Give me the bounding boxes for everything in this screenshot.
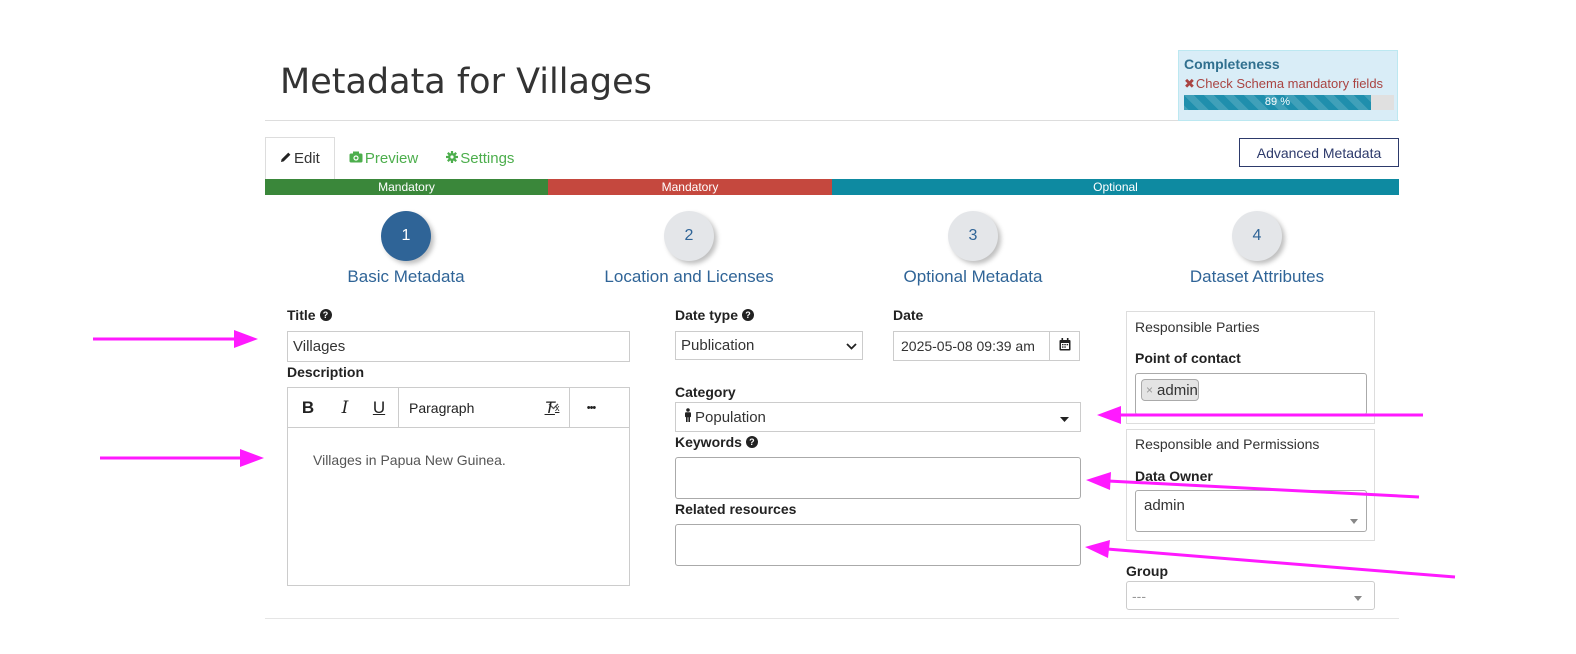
point-of-contact-tag-label: admin [1157,381,1198,399]
step-3-circle[interactable]: 3 [948,211,998,261]
completeness-progress: 89 % [1184,95,1394,110]
requirement-bar: Mandatory Mandatory Optional [265,179,1399,195]
keywords-input[interactable] [675,457,1081,499]
keywords-label-text: Keywords [675,434,742,450]
help-icon[interactable]: ? [742,309,755,321]
completeness-check-text: Check Schema mandatory fields [1195,76,1384,91]
help-icon[interactable]: ? [319,309,332,321]
step-1-circle[interactable]: 1 [381,211,431,261]
bold-button[interactable]: B [288,388,328,428]
group-select[interactable]: --- [1126,581,1375,610]
completeness-panel: Completeness ✖Check Schema mandatory fie… [1178,50,1398,121]
step-3-label[interactable]: Optional Metadata [873,267,1073,287]
tab-edit[interactable]: Edit [265,137,335,179]
caret-down-icon [1060,409,1069,426]
step-2-circle[interactable]: 2 [664,211,714,261]
data-owner-label: Data Owner [1135,468,1213,484]
related-resources-input[interactable] [675,524,1081,566]
completeness-title: Completeness [1184,56,1280,72]
editor-content[interactable]: Villages in Papua New Guinea. [288,428,629,492]
point-of-contact-tag[interactable]: × admin [1141,379,1199,401]
requirement-segment-mandatory: Mandatory [548,179,832,195]
description-editor: B I U Paragraph Tx ••• Villages in Papua… [287,387,630,586]
category-value: Population [695,408,766,426]
editor-toolbar: B I U Paragraph Tx ••• [288,387,629,428]
caret-down-icon [1350,511,1358,528]
responsible-parties-panel: Responsible Parties Point of contact × a… [1126,311,1375,424]
group-label: Group [1126,563,1168,579]
point-of-contact-input[interactable]: × admin [1135,373,1367,415]
remove-icon[interactable]: × [1146,383,1153,397]
paragraph-format-value: Paragraph [409,399,475,416]
bottom-divider [265,618,1399,619]
category-select[interactable]: Population [675,402,1081,432]
camera-icon [349,151,363,166]
point-of-contact-label: Point of contact [1135,350,1241,366]
tab-edit-label: Edit [294,150,320,167]
tab-bar: Edit Preview Settings [265,137,528,179]
step-2-label[interactable]: Location and Licenses [589,267,789,287]
date-type-select[interactable]: Publication [675,331,863,360]
date-type-label-text: Date type [675,307,739,323]
pencil-icon [280,151,292,166]
title-label: Title? [287,307,332,323]
data-owner-value: admin [1144,497,1185,514]
annotation-arrow-icon [100,449,264,467]
tab-preview-label: Preview [364,149,419,167]
date-input[interactable]: 2025-05-08 09:39 am [893,331,1050,361]
related-resources-label: Related resources [675,501,797,517]
keywords-label: Keywords? [675,434,758,450]
underline-button[interactable]: U [362,388,396,428]
italic-button[interactable]: I [328,388,362,428]
calendar-button[interactable] [1049,331,1080,361]
annotation-arrow-icon [93,330,258,348]
advanced-metadata-button[interactable]: Advanced Metadata [1239,138,1399,167]
date-type-value: Publication [681,337,755,354]
clear-format-button[interactable]: Tx [537,388,567,428]
chevron-down-icon [846,337,857,354]
caret-down-icon [1354,588,1362,604]
help-icon[interactable]: ? [745,436,758,448]
tab-settings-label: Settings [460,149,515,167]
description-label: Description [287,364,365,380]
clear-format-subscript-icon: x [554,402,560,413]
gear-icon [446,150,459,166]
step-4-label[interactable]: Dataset Attributes [1157,267,1357,287]
step-1-label[interactable]: Basic Metadata [306,267,506,287]
step-4-circle[interactable]: 4 [1232,211,1282,261]
responsible-permissions-panel: Responsible and Permissions Data Owner a… [1126,429,1375,541]
title-input[interactable]: Villages [287,331,630,362]
calendar-icon [1059,337,1071,355]
more-options-button[interactable]: ••• [570,388,612,428]
page-title: Metadata for Villages [280,62,652,102]
requirement-segment-mandatory: Mandatory [265,179,548,195]
close-icon: ✖ [1184,76,1195,91]
group-value: --- [1132,587,1146,604]
title-label-text: Title [287,307,316,323]
clear-format-icon: T [544,397,555,417]
responsible-parties-title: Responsible Parties [1135,319,1260,335]
category-selected: Population [684,408,766,426]
completeness-check[interactable]: ✖Check Schema mandatory fields [1184,76,1392,92]
date-label: Date [893,307,924,323]
responsible-permissions-title: Responsible and Permissions [1135,436,1320,452]
data-owner-select[interactable]: admin [1135,490,1367,532]
category-label: Category [675,384,736,400]
tab-preview[interactable]: Preview [335,137,432,179]
person-icon [684,408,692,426]
tab-settings[interactable]: Settings [432,137,528,179]
requirement-segment-optional: Optional [832,179,1399,195]
completeness-progress-fill: 89 % [1184,95,1371,110]
date-type-label: Date type? [675,307,755,323]
